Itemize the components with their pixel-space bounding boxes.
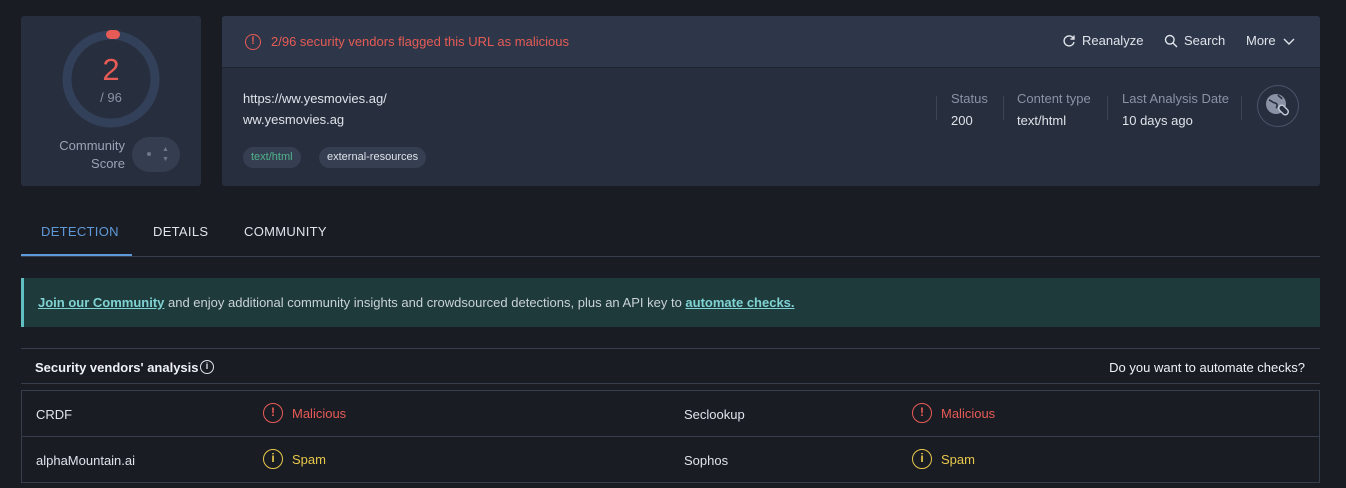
tag-text-html[interactable]: text/html <box>243 147 301 168</box>
reanalyze-button[interactable]: Reanalyze <box>1062 33 1143 48</box>
alert-circle-icon: ! <box>912 403 932 423</box>
url-info-card: ! 2/96 security vendors flagged this URL… <box>222 16 1320 186</box>
chevron-down-icon <box>1283 38 1295 45</box>
table-row: alphaMountain.ai i Spam Sophos i Spam <box>22 437 1319 483</box>
vendor-name: Seclookup <box>684 407 745 422</box>
url-full[interactable]: https://ww.yesmovies.ag/ <box>243 91 387 106</box>
automate-checks-prompt[interactable]: Do you want to automate checks? <box>1109 360 1305 375</box>
tab-bar: DETECTION DETAILS COMMUNITY <box>21 208 1320 257</box>
vote-up-icon: ▲ <box>162 146 169 153</box>
banner-text: Join our Community and enjoy additional … <box>38 295 795 310</box>
search-button[interactable]: Search <box>1164 33 1225 48</box>
globe-link-icon[interactable] <box>1257 85 1299 127</box>
vendor-result-malicious: ! Malicious <box>912 403 995 423</box>
meta-divider <box>1107 96 1108 120</box>
more-button[interactable]: More <box>1246 33 1296 48</box>
info-header: ! 2/96 security vendors flagged this URL… <box>222 16 1320 68</box>
tab-details[interactable]: DETAILS <box>153 224 208 239</box>
detection-count: 2 <box>102 52 120 87</box>
community-score-toggle[interactable]: ▲ ▼ <box>132 137 180 172</box>
vote-down-icon: ▼ <box>162 156 169 163</box>
active-tab-indicator <box>21 254 132 256</box>
score-ring-indicator <box>106 30 120 39</box>
vendor-result-malicious: ! Malicious <box>263 403 346 423</box>
meta-divider <box>1003 96 1004 120</box>
vendor-name: Sophos <box>684 453 729 468</box>
score-card: 2 / 96 Community Score ▲ ▼ <box>21 16 201 186</box>
meta-content-type: Content type text/html <box>1017 91 1091 128</box>
info-circle-icon: i <box>263 449 283 469</box>
meta-divider <box>1241 96 1242 120</box>
alert-message: 2/96 security vendors flagged this URL a… <box>271 34 569 49</box>
vendor-result-spam: i Spam <box>912 449 975 469</box>
vendor-name: alphaMountain.ai <box>36 453 136 468</box>
tab-detection[interactable]: DETECTION <box>41 224 119 239</box>
detection-total: / 96 <box>100 90 122 105</box>
vendors-header: Security vendors' analysis i Do you want… <box>21 348 1320 384</box>
tag-external-resources[interactable]: external-resources <box>319 147 427 168</box>
refresh-icon <box>1063 34 1075 47</box>
info-icon[interactable]: i <box>200 360 214 374</box>
community-banner: Join our Community and enjoy additional … <box>21 278 1320 327</box>
tab-community[interactable]: COMMUNITY <box>244 224 327 239</box>
vendors-table: CRDF ! Malicious Seclookup ! Malicious alp… <box>21 390 1320 483</box>
community-score-label: Community Score <box>59 138 125 171</box>
info-circle-icon: i <box>912 449 932 469</box>
automate-checks-link[interactable]: automate checks. <box>685 295 794 310</box>
alert-circle-icon: ! <box>263 403 283 423</box>
meta-status: Status 200 <box>951 91 988 128</box>
alert-circle-icon: ! <box>245 34 261 50</box>
meta-divider <box>936 96 937 120</box>
search-icon <box>1164 34 1178 47</box>
vendor-name: CRDF <box>36 407 73 422</box>
vendor-result-spam: i Spam <box>263 449 326 469</box>
table-row: CRDF ! Malicious Seclookup ! Malicious <box>22 391 1319 437</box>
join-community-link[interactable]: Join our Community <box>38 295 164 310</box>
url-domain[interactable]: ww.yesmovies.ag <box>243 112 344 127</box>
meta-last-analysis: Last Analysis Date 10 days ago <box>1122 91 1229 128</box>
vendors-title: Security vendors' analysis <box>35 360 199 375</box>
